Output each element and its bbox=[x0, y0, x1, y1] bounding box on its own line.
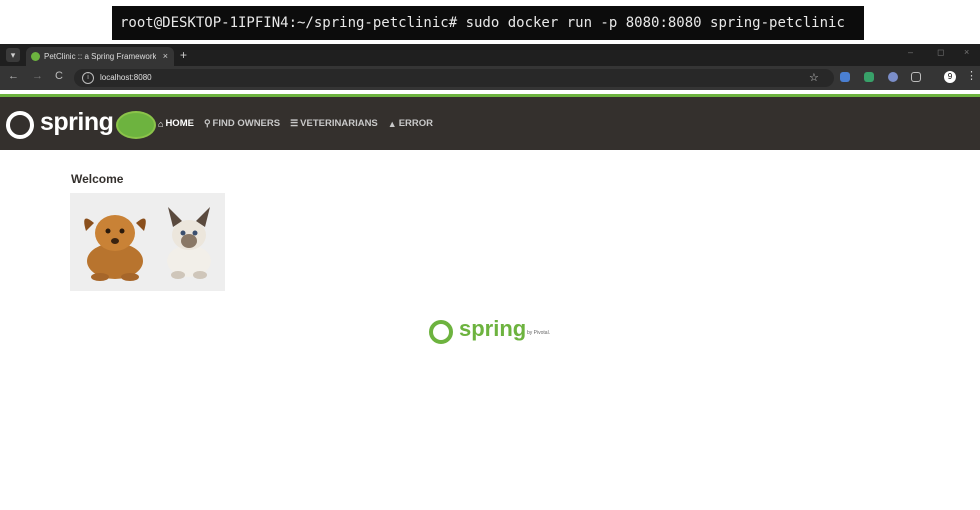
browser-tab[interactable]: PetClinic :: a Spring Framework × bbox=[26, 47, 174, 66]
footer-byline: by Pivotal. bbox=[527, 330, 551, 336]
spring-favicon-icon bbox=[31, 52, 40, 61]
site-navbar: spring ⌂ HOME ⚲ FIND OWNERS ☰ VETERINARI… bbox=[0, 94, 980, 150]
tab-bar: ▾ PetClinic :: a Spring Framework × + – … bbox=[0, 44, 980, 66]
footer-spring-logo: spring by Pivotal. bbox=[429, 316, 559, 346]
dog-illustration bbox=[84, 215, 146, 281]
pets-image bbox=[70, 193, 225, 291]
home-icon: ⌂ bbox=[158, 118, 164, 129]
new-tab-button[interactable]: + bbox=[180, 47, 187, 63]
reload-icon[interactable]: C bbox=[55, 70, 63, 82]
menu-icon[interactable]: ⋮ bbox=[966, 69, 977, 82]
nav-find-owners-label: FIND OWNERS bbox=[212, 118, 281, 129]
nav-veterinarians[interactable]: ☰ VETERINARIANS bbox=[290, 118, 378, 129]
spring-leaf-icon bbox=[116, 111, 156, 139]
spring-power-icon bbox=[6, 111, 34, 139]
maximize-button[interactable]: ◻ bbox=[937, 47, 944, 58]
close-tab-icon[interactable]: × bbox=[163, 47, 168, 66]
profile-avatar[interactable]: 9 bbox=[944, 71, 956, 83]
bookmark-star-icon[interactable]: ☆ bbox=[809, 69, 819, 87]
minimize-button[interactable]: – bbox=[908, 47, 913, 57]
close-window-button[interactable]: × bbox=[964, 47, 969, 57]
translate-extension-icon[interactable] bbox=[840, 72, 850, 82]
terminal-command: root@DESKTOP-1IPFIN4:~/spring-petclinic#… bbox=[112, 6, 864, 40]
brand-text: spring bbox=[40, 108, 114, 136]
search-icon: ⚲ bbox=[203, 118, 211, 128]
spring-leaf-icon bbox=[429, 320, 453, 344]
nav-veterinarians-label: VETERINARIANS bbox=[300, 118, 378, 129]
nav-home-label: HOME bbox=[165, 118, 194, 129]
main-nav: ⌂ HOME ⚲ FIND OWNERS ☰ VETERINARIANS ▲ E… bbox=[158, 97, 433, 150]
nav-find-owners[interactable]: ⚲ FIND OWNERS bbox=[204, 118, 280, 129]
forward-icon[interactable]: → bbox=[32, 70, 43, 82]
omnibox[interactable]: i localhost:8080 ☆ bbox=[74, 69, 834, 87]
extension-green-icon[interactable] bbox=[864, 72, 874, 82]
puzzle-icon[interactable] bbox=[911, 72, 921, 82]
footer-brand-text: spring bbox=[459, 316, 527, 341]
nav-error-label: ERROR bbox=[398, 118, 433, 129]
cat-illustration bbox=[167, 207, 211, 279]
nav-home[interactable]: ⌂ HOME bbox=[158, 118, 194, 129]
address-bar-row: ← → C i localhost:8080 ☆ 9 ⋮ bbox=[0, 66, 980, 90]
tab-search-button[interactable]: ▾ bbox=[6, 48, 20, 62]
nav-error[interactable]: ▲ ERROR bbox=[388, 118, 433, 129]
extension-shield-icon[interactable] bbox=[888, 72, 898, 82]
site-info-icon[interactable]: i bbox=[82, 72, 94, 84]
warning-icon: ▲ bbox=[387, 118, 397, 129]
list-icon: ☰ bbox=[290, 118, 299, 128]
page-title: Welcome bbox=[71, 172, 124, 186]
url-text[interactable]: localhost:8080 bbox=[100, 69, 152, 87]
tab-title: PetClinic :: a Spring Framework bbox=[44, 52, 156, 61]
back-icon[interactable]: ← bbox=[8, 70, 19, 82]
